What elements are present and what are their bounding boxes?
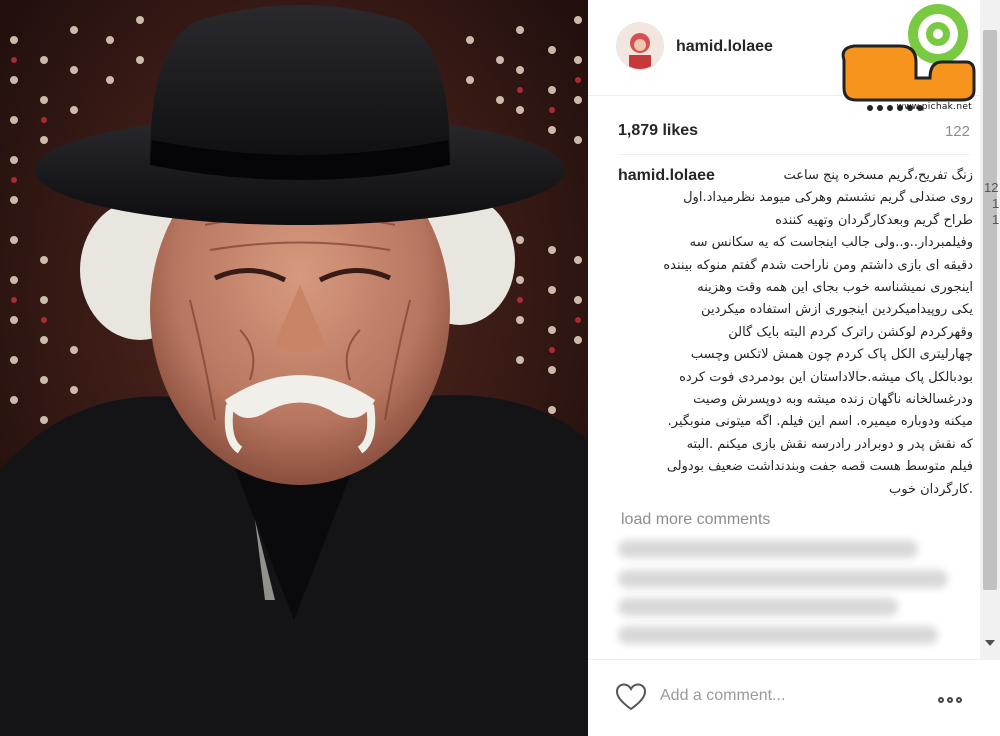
add-comment-input[interactable] bbox=[660, 683, 920, 709]
peek-text: 12 bbox=[984, 180, 999, 195]
likes-count[interactable]: 1,879 likes bbox=[618, 122, 698, 140]
blurred-comment bbox=[618, 540, 918, 558]
caption-first-line: زنگ تفریح،گریم مسخره پنج ساعت hamid.lola… bbox=[618, 165, 973, 187]
peek-text: 1 bbox=[992, 196, 1000, 211]
post-caption: زنگ تفریح،گریم مسخره پنج ساعت hamid.lola… bbox=[618, 165, 973, 501]
post-username[interactable]: hamid.lolaee bbox=[676, 38, 773, 56]
caption-line: دقیقه ای بازی داشتم ومن ناراحت شدم گفتم … bbox=[663, 257, 973, 273]
caption-line: طراح گریم وبعدکارگردان وتهیه کننده bbox=[775, 212, 973, 228]
load-more-comments-link[interactable]: load more comments bbox=[621, 511, 770, 529]
blurred-comment bbox=[618, 570, 948, 588]
caption-text: زنگ تفریح،گریم مسخره پنج ساعت hamid.lola… bbox=[618, 165, 973, 501]
caption-line: وفیلمبردار..و..ولی جالب اینجاست که یه سک… bbox=[689, 235, 973, 251]
caption-line: روی صندلی گریم نشستم وهرکی میومد نظرمیدا… bbox=[683, 190, 973, 206]
caption-line: وقهرکردم لوکشن راترک کردم البته بایک گال… bbox=[728, 324, 973, 340]
blurred-comments bbox=[618, 540, 970, 650]
caption-line: اینجوری نمیشناسه خوب بجای این همه وقت وه… bbox=[697, 280, 973, 296]
caption-line: زنگ تفریح،گریم مسخره پنج ساعت bbox=[783, 168, 973, 183]
watermark-url: www.pichak.net bbox=[896, 102, 972, 112]
caption-line: بودبالکل پاک میشه.حالاداستان این بودمردی… bbox=[679, 369, 973, 385]
blurred-comment bbox=[618, 598, 898, 616]
caption-line: میکنه ودوباره میمیره. اسم این فیلم. اگه … bbox=[667, 414, 973, 430]
pichak-logo bbox=[841, 4, 976, 111]
more-options-icon[interactable] bbox=[938, 690, 972, 703]
caption-line: که نقش پدر و دوبرادر رادرسه نقش بازی میک… bbox=[686, 436, 973, 452]
post-photo bbox=[0, 0, 588, 736]
avatar-image bbox=[617, 23, 663, 69]
peek-text: 1 bbox=[992, 212, 1000, 227]
blurred-comment bbox=[618, 626, 938, 644]
scrollbar[interactable] bbox=[980, 0, 1000, 660]
caption-line: چهارلیتری الکل پاک کردم چون همش لاتکس وچ… bbox=[690, 347, 973, 363]
caption-username[interactable]: hamid.lolaee bbox=[618, 165, 715, 187]
heart-icon[interactable] bbox=[616, 683, 646, 711]
caption-line: فیلم متوسط هست قصه جفت وبندنداشت ضعیف بو… bbox=[666, 459, 973, 475]
comment-count: 122 bbox=[944, 123, 970, 140]
divider bbox=[588, 659, 980, 660]
caption-line: .کارگردان خوب bbox=[889, 481, 973, 497]
scroll-thumb[interactable] bbox=[983, 30, 997, 590]
caption-line: ودرغسالخانه ناگهان زنده میشه وبه دوپسرش … bbox=[693, 392, 973, 408]
caption-line: یکی روپیدامیکردین اینجوری ازش استفاده می… bbox=[701, 302, 973, 318]
avatar[interactable] bbox=[616, 22, 664, 70]
scroll-down-arrow[interactable] bbox=[985, 640, 995, 646]
old-man-portrait bbox=[0, 0, 588, 736]
divider bbox=[618, 154, 970, 155]
